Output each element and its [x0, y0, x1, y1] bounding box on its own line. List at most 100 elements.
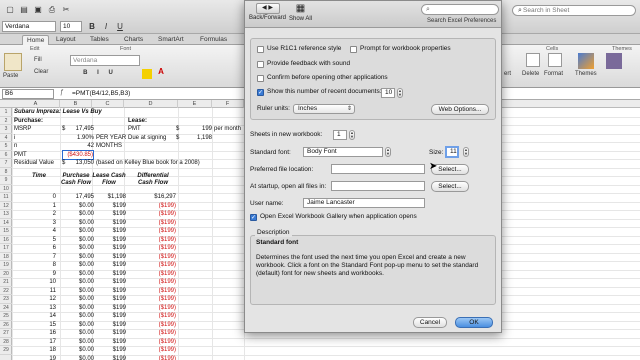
fill-button[interactable]: Fill	[34, 57, 42, 63]
standard-font-field[interactable]: Body Font	[303, 147, 383, 157]
differential-cashflow-cell[interactable]: ($199)	[130, 295, 176, 303]
purchase-value[interactable]: 42	[62, 142, 94, 150]
paste-icon[interactable]	[4, 53, 22, 71]
cancel-button[interactable]: Cancel	[413, 317, 447, 328]
lease-cashflow-cell[interactable]: $199	[92, 355, 126, 360]
lease-cashflow-cell[interactable]: $199	[92, 346, 126, 354]
underline-icon[interactable]: U	[114, 21, 126, 32]
font-size-stepper[interactable]: ▲ ▼	[463, 147, 469, 157]
time-cell[interactable]: 0	[22, 193, 56, 201]
purchase-cashflow-cell[interactable]: $0.00	[58, 338, 94, 346]
differential-cashflow-cell[interactable]: ($199)	[130, 236, 176, 244]
confirm-opening-checkbox[interactable]	[257, 75, 264, 82]
purchase-cashflow-cell[interactable]: $0.00	[58, 202, 94, 210]
time-cell[interactable]: 19	[22, 355, 56, 360]
differential-cashflow-cell[interactable]: ($199)	[130, 202, 176, 210]
lease-cashflow-cell[interactable]: $199	[92, 295, 126, 303]
purchase-cashflow-cell[interactable]: $0.00	[58, 312, 94, 320]
differential-cashflow-cell[interactable]: ($199)	[130, 253, 176, 261]
time-cell[interactable]: 5	[22, 236, 56, 244]
table-header[interactable]: Differential Cash Flow	[130, 173, 176, 187]
purchase-value[interactable]: 17,495	[62, 125, 94, 133]
differential-cashflow-cell[interactable]: ($199)	[130, 270, 176, 278]
startup-folder-select-button[interactable]: Select...	[431, 181, 469, 192]
lease-cashflow-cell[interactable]: $199	[92, 236, 126, 244]
lease-note[interactable]: per month	[214, 125, 241, 133]
purchase-cashflow-cell[interactable]: 17,495	[58, 193, 94, 201]
purchase-label[interactable]: MSRP	[14, 125, 31, 133]
sheets-count-field[interactable]: 1	[333, 130, 347, 140]
purchase-note[interactable]: (based on Kelley Blue book for a 2008)	[96, 159, 200, 167]
search-sheet-input[interactable]: Search in Sheet	[512, 5, 636, 16]
lease-cashflow-cell[interactable]: $199	[92, 219, 126, 227]
purchase-label[interactable]: n	[14, 142, 17, 150]
lease-value[interactable]: 199	[180, 125, 212, 133]
italic-icon[interactable]: I	[100, 21, 112, 32]
lease-label[interactable]: Due at signing	[128, 134, 166, 142]
purchase-cashflow-cell[interactable]: $0.00	[58, 227, 94, 235]
tab-layout[interactable]: Layout	[52, 35, 80, 45]
lease-cashflow-cell[interactable]: $199	[92, 338, 126, 346]
lease-cashflow-cell[interactable]: $199	[92, 210, 126, 218]
time-cell[interactable]: 9	[22, 270, 56, 278]
time-cell[interactable]: 4	[22, 227, 56, 235]
purchase-cashflow-cell[interactable]: $0.00	[58, 244, 94, 252]
time-cell[interactable]: 13	[22, 304, 56, 312]
purchase-value[interactable]: 13,050	[62, 159, 94, 167]
recent-documents-stepper[interactable]: ▲ ▼	[397, 88, 403, 98]
lease-cashflow-cell[interactable]: $199	[92, 261, 126, 269]
differential-cashflow-cell[interactable]: ($199)	[130, 304, 176, 312]
purchase-cashflow-cell[interactable]: $0.00	[58, 329, 94, 337]
tab-formulas[interactable]: Formulas	[196, 35, 231, 45]
recent-documents-count[interactable]: 10	[381, 88, 395, 98]
differential-cashflow-cell[interactable]: ($199)	[130, 338, 176, 346]
lease-value[interactable]: 1,198	[180, 134, 212, 142]
lease-cashflow-cell[interactable]: $199	[92, 227, 126, 235]
back-forward-button[interactable]: ◀ ▶ Back/Forward	[249, 3, 286, 21]
purchase-cashflow-cell[interactable]: $0.00	[58, 346, 94, 354]
clear-button[interactable]: Clear	[34, 69, 48, 75]
time-cell[interactable]: 14	[22, 312, 56, 320]
ok-button[interactable]: OK	[455, 317, 493, 328]
standard-font-popup-arrow[interactable]: ▲ ▼	[385, 147, 391, 157]
lease-cashflow-cell[interactable]: $199	[92, 253, 126, 261]
purchase-cashflow-cell[interactable]: $0.00	[58, 210, 94, 218]
show-all-button[interactable]: ▦ Show All	[289, 3, 312, 22]
purchase-cashflow-cell[interactable]: $0.00	[58, 278, 94, 286]
tab-home[interactable]: Home	[22, 35, 50, 45]
lease-header[interactable]: Lease:	[128, 117, 147, 125]
time-cell[interactable]: 15	[22, 321, 56, 329]
ribbon-font-field[interactable]: Verdana	[70, 55, 140, 66]
purchase-label[interactable]: i	[14, 134, 15, 142]
open-icon[interactable]: ▤	[18, 4, 30, 15]
differential-cashflow-cell[interactable]: ($199)	[130, 355, 176, 360]
ruler-units-popup[interactable]: Inches ⇕	[293, 104, 355, 114]
tab-smartart[interactable]: SmartArt	[154, 35, 188, 45]
lease-cashflow-cell[interactable]: $199	[92, 270, 126, 278]
differential-cashflow-cell[interactable]: ($199)	[130, 210, 176, 218]
time-cell[interactable]: 12	[22, 295, 56, 303]
font-size-field[interactable]: 11	[445, 146, 459, 158]
differential-cashflow-cell[interactable]: ($199)	[130, 312, 176, 320]
purchase-cashflow-cell[interactable]: $0.00	[58, 253, 94, 261]
purchase-cashflow-cell[interactable]: $0.00	[58, 355, 94, 360]
time-cell[interactable]: 2	[22, 210, 56, 218]
lease-cashflow-cell[interactable]: $199	[92, 287, 126, 295]
differential-cashflow-cell[interactable]: ($199)	[130, 261, 176, 269]
time-cell[interactable]: 3	[22, 219, 56, 227]
lease-cashflow-cell[interactable]: $199	[92, 202, 126, 210]
differential-cashflow-cell[interactable]: ($199)	[130, 244, 176, 252]
delete-button[interactable]: Delete	[522, 71, 539, 77]
purchase-value[interactable]: 1.90%	[62, 134, 94, 142]
differential-cashflow-cell[interactable]: ($199)	[130, 346, 176, 354]
font-color-icon[interactable]: A	[156, 67, 166, 76]
differential-cashflow-cell[interactable]: ($199)	[130, 219, 176, 227]
time-cell[interactable]: 17	[22, 338, 56, 346]
time-cell[interactable]: 10	[22, 278, 56, 286]
bold-icon[interactable]: B	[86, 21, 98, 32]
purchase-cashflow-cell[interactable]: $0.00	[58, 219, 94, 227]
lease-cashflow-cell[interactable]: $199	[92, 278, 126, 286]
purchase-cashflow-cell[interactable]: $0.00	[58, 304, 94, 312]
format-button[interactable]: Format	[544, 71, 563, 77]
differential-cashflow-cell[interactable]: $16,297	[130, 193, 176, 201]
